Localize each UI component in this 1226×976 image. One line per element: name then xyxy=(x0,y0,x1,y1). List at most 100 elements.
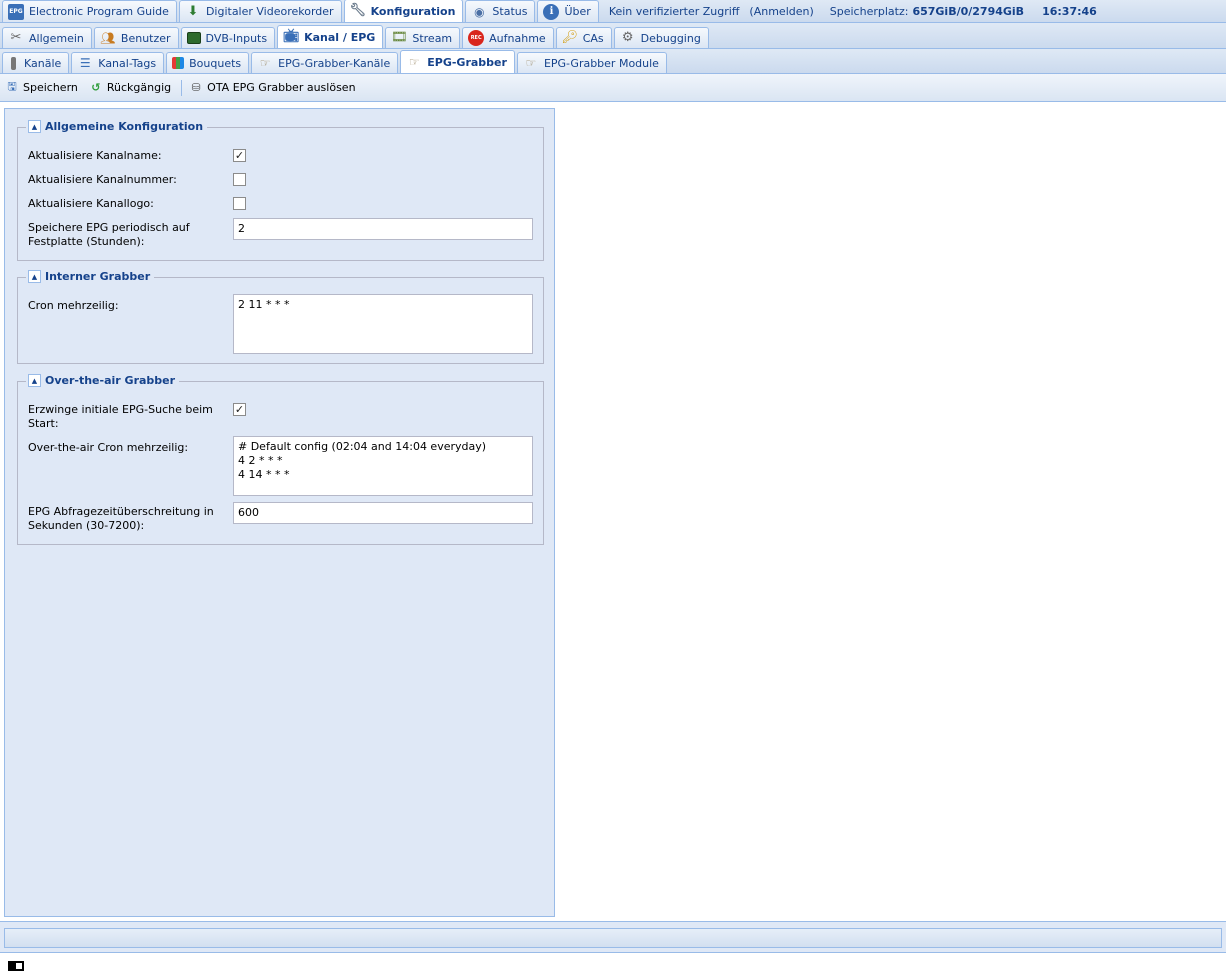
fieldset-ota-grabber: ▲ Over-the-air Grabber Erzwinge initiale… xyxy=(17,374,544,545)
tab-epg[interactable]: EPG Electronic Program Guide xyxy=(2,0,177,22)
wrench-icon: 🔧︎ xyxy=(349,3,366,18)
eye-icon: ◉ xyxy=(474,4,485,19)
tab-epg-grabber-modules[interactable]: ☞ EPG-Grabber Module xyxy=(516,52,667,73)
taskbar-indicator-icon xyxy=(8,961,24,971)
update-number-checkbox[interactable] xyxy=(233,173,246,186)
ota-trigger-label: OTA EPG Grabber auslösen xyxy=(207,81,356,94)
save-icon: 🖫︎ xyxy=(7,80,17,93)
fieldset-internal-legend: ▲ Interner Grabber xyxy=(26,270,155,283)
save-button[interactable]: 🖫︎ Speichern xyxy=(4,80,78,96)
channel-epg-tab-bar: Kanäle ☰ Kanal-Tags Bouquets ☞ EPG-Grabb… xyxy=(0,49,1226,74)
tab-recording[interactable]: REC Aufnahme xyxy=(462,27,554,48)
field-label: Cron mehrzeilig: xyxy=(28,299,119,312)
internal-cron-textarea[interactable]: 2 11 * * * xyxy=(233,294,533,354)
tab-about[interactable]: i Über xyxy=(537,0,599,22)
tree-icon: ☰ xyxy=(79,56,91,70)
access-status: Kein verifizierter Zugriff xyxy=(608,4,740,18)
tab-label: Debugging xyxy=(640,31,701,45)
tab-label: Bouquets xyxy=(189,56,242,70)
grid-icon xyxy=(172,57,185,69)
field-label: Aktualisiere Kanalname: xyxy=(28,149,162,162)
field-label: EPG Abfragezeitüberschreitung in Sekunde… xyxy=(28,505,214,532)
tab-label: EPG-Grabber Module xyxy=(543,56,659,70)
tab-dvb-inputs[interactable]: DVB-Inputs xyxy=(180,27,276,48)
key-icon: 🔑︎ xyxy=(561,30,578,45)
tab-label: Über xyxy=(564,5,591,18)
collapse-toggle-icon[interactable]: ▲ xyxy=(28,270,41,283)
update-logo-checkbox[interactable] xyxy=(233,197,246,210)
field-label: Erzwinge initiale EPG-Suche beim Start: xyxy=(28,403,213,430)
ota-cron-textarea[interactable]: # Default config (02:04 and 14:04 everyd… xyxy=(233,436,533,496)
tab-label: Kanäle xyxy=(24,56,62,70)
fieldset-title: Interner Grabber xyxy=(45,270,151,283)
tab-users[interactable]: 👥︎ Benutzer xyxy=(93,27,179,48)
tab-general[interactable]: ✂ Allgemein xyxy=(2,27,92,48)
toolbar: 🖫︎ Speichern ↺ Rückgängig ⛁ OTA EPG Grab… xyxy=(0,74,1226,102)
info-icon: i xyxy=(543,3,560,20)
tab-dvr[interactable]: ⬇ Digitaler Videorekorder xyxy=(178,0,342,22)
bug-icon: ⚙ xyxy=(621,30,634,45)
collapse-toggle-icon[interactable]: ▲ xyxy=(28,120,41,133)
undo-icon: ↺ xyxy=(91,81,101,94)
download-icon: ⬇ xyxy=(187,3,199,19)
tab-label: Stream xyxy=(412,31,453,45)
tab-label: Allgemein xyxy=(29,31,84,45)
undo-label: Rückgängig xyxy=(106,81,172,94)
save-period-input[interactable]: 2 xyxy=(233,218,533,240)
tools-icon: ✂ xyxy=(10,30,22,45)
ota-trigger-button[interactable]: ⛁ OTA EPG Grabber auslösen xyxy=(188,80,356,96)
tab-epg-grabber[interactable]: ☞ EPG-Grabber xyxy=(400,50,515,73)
tab-label: Kanal / EPG xyxy=(304,30,376,44)
storage-label: Speicherplatz: xyxy=(829,4,909,18)
field-label: Aktualisiere Kanallogo: xyxy=(28,197,154,210)
fieldset-internal-grabber: ▲ Interner Grabber Cron mehrzeilig: 2 11… xyxy=(17,270,544,364)
fieldset-title: Allgemeine Konfiguration xyxy=(45,120,204,133)
login-link[interactable]: (Anmelden) xyxy=(747,0,821,22)
status-bar-container xyxy=(0,921,1226,953)
tab-stream[interactable]: 🎞︎ Stream xyxy=(385,27,461,48)
collapse-toggle-icon[interactable]: ▲ xyxy=(28,374,41,387)
main-tab-bar: EPG Electronic Program Guide ⬇ Digitaler… xyxy=(0,0,1226,23)
binoculars-icon: ⛁ xyxy=(191,81,201,94)
tab-status[interactable]: ◉ Status xyxy=(465,0,536,22)
undo-button[interactable]: ↺ Rückgängig xyxy=(88,80,171,96)
config-tab-bar: ✂ Allgemein 👥︎ Benutzer DVB-Inputs 📺︎ Ka… xyxy=(0,23,1226,49)
remote-icon xyxy=(11,56,16,70)
tab-cas[interactable]: 🔑︎ CAs xyxy=(555,27,612,48)
card-icon xyxy=(186,32,201,44)
tab-debugging[interactable]: ⚙ Debugging xyxy=(613,27,709,48)
update-name-checkbox[interactable]: ✓ xyxy=(233,149,246,162)
field-label: Speichere EPG periodisch auf Festplatte … xyxy=(28,221,190,248)
tab-bouquets[interactable]: Bouquets xyxy=(166,52,250,73)
tab-label: DVB-Inputs xyxy=(205,31,268,45)
rec-icon: REC xyxy=(468,30,485,46)
stream-icon: 🎞︎ xyxy=(391,30,408,45)
tab-label: EPG-Grabber xyxy=(427,55,507,69)
storage-info: Speicherplatz: 657GiB/0/2794GiB xyxy=(822,0,1032,22)
save-label: Speichern xyxy=(23,81,78,94)
grabber-icon: ☞ xyxy=(259,56,271,70)
fieldset-general: ▲ Allgemeine Konfiguration Aktualisiere … xyxy=(17,120,544,261)
fieldset-ota-legend: ▲ Over-the-air Grabber xyxy=(26,374,180,387)
tab-channels[interactable]: Kanäle xyxy=(2,52,70,73)
users-icon: 👥︎ xyxy=(100,31,116,45)
tab-label: Konfiguration xyxy=(370,4,456,18)
tab-configuration[interactable]: 🔧︎ Konfiguration xyxy=(343,0,464,22)
toolbar-separator xyxy=(181,79,183,96)
grabber-icon: ☞ xyxy=(525,56,537,70)
field-label: Over-the-air Cron mehrzeilig: xyxy=(28,441,189,454)
tab-label: Kanal-Tags xyxy=(98,56,157,70)
tab-label: CAs xyxy=(582,31,604,45)
tab-label: EPG-Grabber-Kanäle xyxy=(278,56,391,70)
fieldset-title: Over-the-air Grabber xyxy=(45,374,176,387)
ota-timeout-input[interactable]: 600 xyxy=(233,502,533,524)
tab-epg-grabber-channels[interactable]: ☞ EPG-Grabber-Kanäle xyxy=(251,52,399,73)
fieldset-general-legend: ▲ Allgemeine Konfiguration xyxy=(26,120,208,133)
status-bar xyxy=(4,928,1222,948)
ota-force-checkbox[interactable]: ✓ xyxy=(233,403,246,416)
clock-time: 16:37:46 xyxy=(1042,4,1097,18)
tab-label: Digitaler Videorekorder xyxy=(205,5,334,18)
field-label: Aktualisiere Kanalnummer: xyxy=(28,173,177,186)
tab-channel-epg[interactable]: 📺︎ Kanal / EPG xyxy=(277,25,384,48)
tab-channel-tags[interactable]: ☰ Kanal-Tags xyxy=(71,52,165,73)
